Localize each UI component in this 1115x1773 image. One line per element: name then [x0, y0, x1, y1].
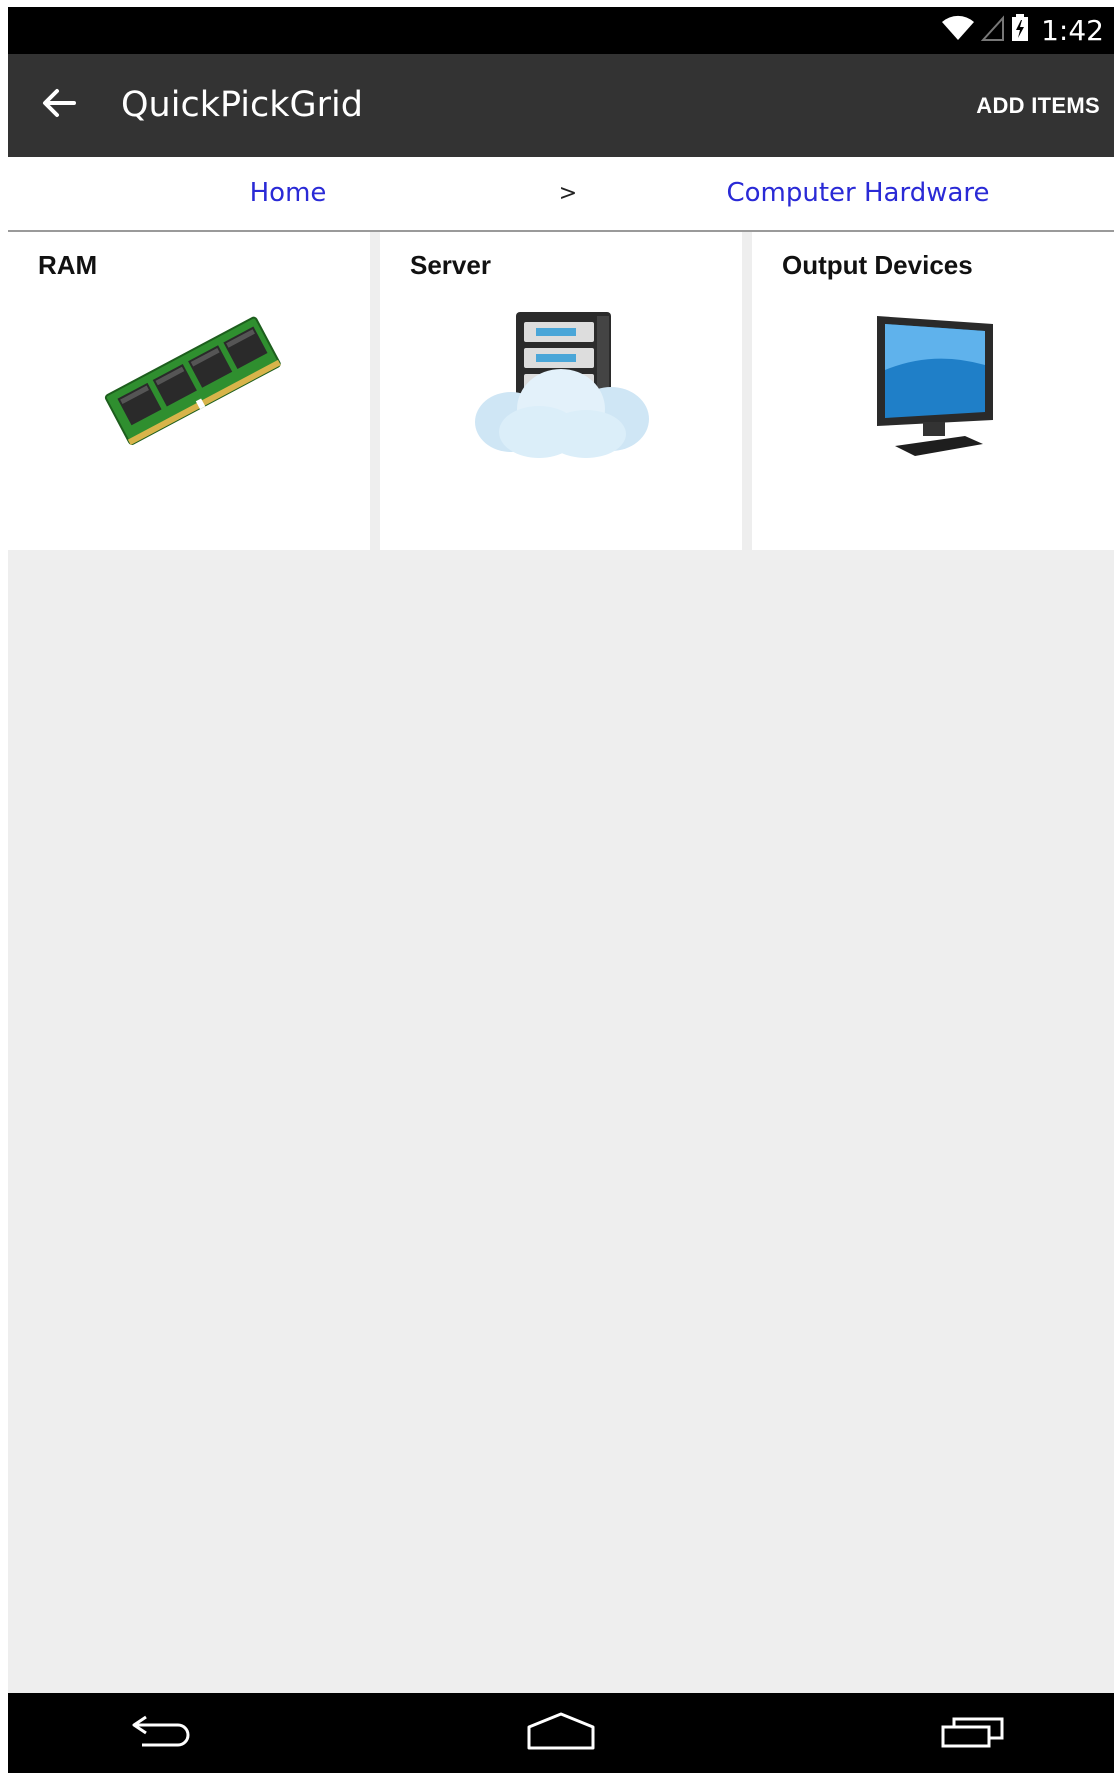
breadcrumb: Home > Computer Hardware: [8, 157, 1114, 232]
app-screen: 1:42 QuickPickGrid ADD ITEMS Home > Comp…: [8, 7, 1114, 1773]
grid-item-label: Server: [410, 250, 491, 280]
wifi-icon: [941, 15, 975, 46]
ram-module-image: [89, 310, 289, 455]
home-nav-button[interactable]: [501, 1693, 621, 1773]
battery-charging-icon: [1011, 14, 1029, 47]
monitor-image: [853, 310, 1013, 465]
back-nav-icon: [128, 1713, 192, 1754]
add-items-button[interactable]: ADD ITEMS: [976, 54, 1100, 157]
breadcrumb-home-link[interactable]: Home: [188, 157, 388, 230]
status-bar: 1:42: [8, 7, 1114, 54]
status-time: 1:42: [1041, 14, 1104, 47]
signal-icon: [980, 15, 1005, 46]
status-icons: 1:42: [941, 7, 1104, 54]
grid-item-output-devices[interactable]: Output Devices: [752, 232, 1114, 550]
breadcrumb-separator: >: [558, 181, 578, 206]
home-nav-icon: [526, 1711, 596, 1756]
grid-item-label: Output Devices: [782, 250, 973, 280]
back-button[interactable]: [34, 80, 84, 130]
arrow-back-icon: [42, 88, 76, 123]
cloud-server-image: [461, 304, 661, 469]
grid-item-ram[interactable]: RAM: [8, 232, 370, 550]
back-nav-button[interactable]: [100, 1693, 220, 1773]
app-title: QuickPickGrid: [121, 85, 363, 125]
recent-apps-nav-button[interactable]: [913, 1693, 1033, 1773]
grid-item-server[interactable]: Server: [380, 232, 742, 550]
item-grid: RAM Server Output Devices: [8, 232, 1114, 550]
action-bar: QuickPickGrid ADD ITEMS: [8, 54, 1114, 157]
breadcrumb-current-link[interactable]: Computer Hardware: [708, 157, 1008, 230]
recent-apps-icon: [940, 1713, 1006, 1754]
navigation-bar: [8, 1693, 1114, 1773]
grid-item-label: RAM: [38, 250, 98, 280]
